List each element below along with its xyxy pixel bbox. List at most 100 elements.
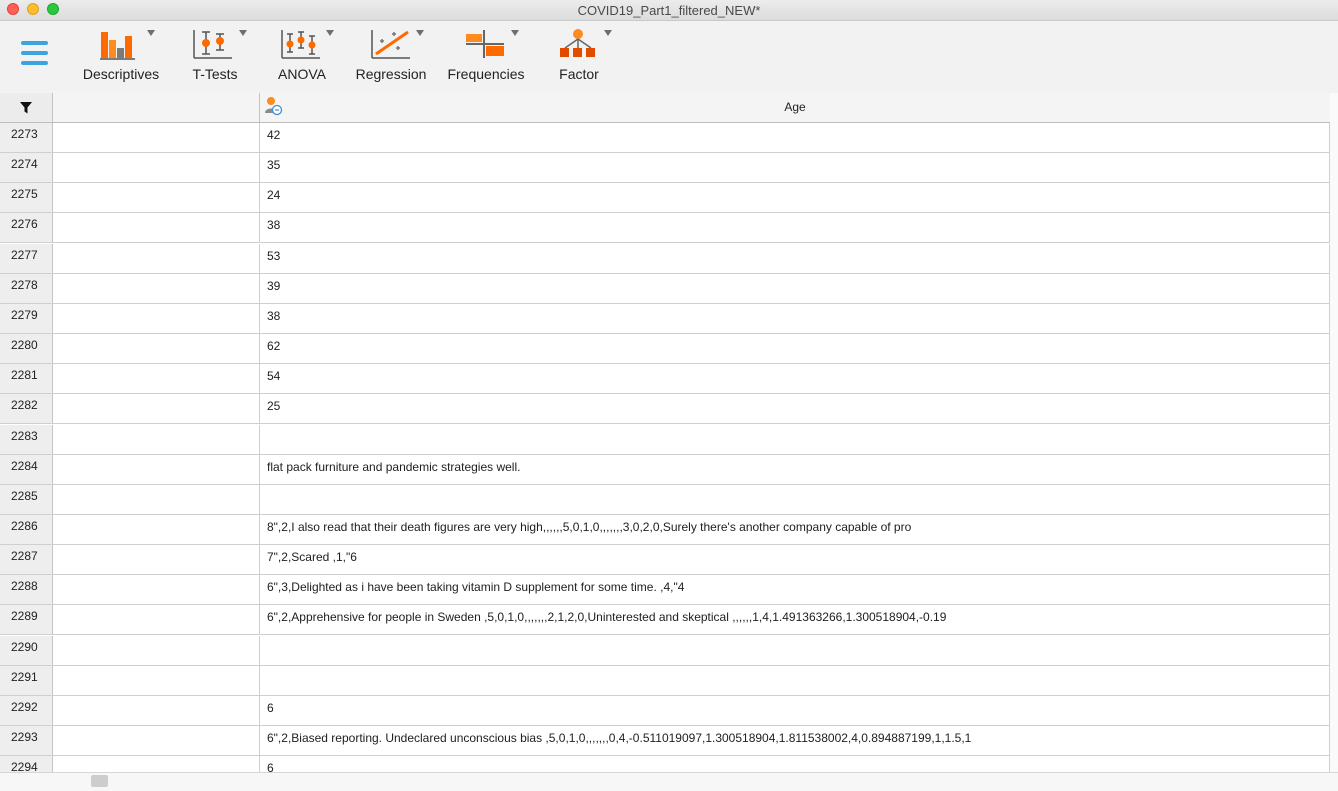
row-number[interactable]: 2282 (0, 394, 53, 424)
age-cell[interactable] (260, 424, 1330, 454)
regression-label: Regression (355, 66, 427, 82)
age-cell[interactable]: 8",2,I also read that their death figure… (260, 514, 1330, 544)
age-cell[interactable] (260, 665, 1330, 695)
row-number[interactable]: 2273 (0, 123, 53, 152)
row-number[interactable]: 2291 (0, 665, 53, 695)
row-number[interactable]: 2278 (0, 273, 53, 303)
filter-cell[interactable] (53, 183, 260, 213)
age-cell[interactable]: 6",2,Apprehensive for people in Sweden ,… (260, 605, 1330, 635)
regression-dropdown-icon (416, 30, 424, 36)
filter-cell[interactable] (53, 695, 260, 725)
filter-cell[interactable] (53, 545, 260, 575)
table-row: 2280 62 (0, 334, 1338, 365)
filter-cell[interactable] (53, 575, 260, 605)
descriptives-button[interactable]: Descriptives (78, 21, 164, 93)
age-cell[interactable]: 38 (260, 213, 1330, 243)
row-number[interactable]: 2290 (0, 635, 53, 665)
filter-cell[interactable] (53, 605, 260, 635)
table-row: 2290 (0, 635, 1338, 666)
age-cell[interactable]: 54 (260, 364, 1330, 394)
anova-label: ANOVA (278, 66, 326, 82)
filter-cell[interactable] (53, 334, 260, 364)
age-cell[interactable]: 24 (260, 183, 1330, 213)
table-row: 2275 24 (0, 183, 1338, 214)
row-number[interactable]: 2277 (0, 243, 53, 273)
filter-cell[interactable] (53, 514, 260, 544)
age-cell[interactable]: 6",2,Biased reporting. Undeclared uncons… (260, 726, 1330, 755)
column-name: Age (784, 100, 806, 114)
frequencies-button[interactable]: Frequencies (444, 21, 528, 93)
filter-cell[interactable] (53, 243, 260, 273)
row-number[interactable]: 2283 (0, 424, 53, 454)
regression-button[interactable]: Regression (352, 21, 430, 93)
frequencies-icon (466, 30, 504, 58)
age-cell[interactable]: 7",2,Scared ,1,"6 (260, 545, 1330, 575)
row-number[interactable]: 2275 (0, 183, 53, 213)
filter-cell[interactable] (53, 153, 260, 183)
factor-dropdown-icon (604, 30, 612, 36)
age-cell[interactable]: flat pack furniture and pandemic strateg… (260, 454, 1330, 484)
anova-dropdown-icon (326, 30, 334, 36)
row-number[interactable]: 2279 (0, 303, 53, 333)
table-row: 2287 7",2,Scared ,1,"6 (0, 545, 1338, 576)
row-number[interactable]: 2274 (0, 153, 53, 183)
age-cell[interactable]: 35 (260, 153, 1330, 183)
bar-chart-icon (100, 32, 135, 60)
filter-cell[interactable] (53, 303, 260, 333)
age-cell[interactable]: 6 (260, 695, 1330, 725)
age-cell[interactable]: 6",3,Delighted as i have been taking vit… (260, 575, 1330, 605)
table-row: 2289 6",2,Apprehensive for people in Swed… (0, 605, 1338, 636)
horizontal-scrollbar[interactable] (0, 772, 1338, 791)
filter-cell[interactable] (53, 726, 260, 755)
row-number[interactable]: 2287 (0, 545, 53, 575)
filter-header-cell[interactable] (0, 93, 53, 122)
age-cell[interactable]: 39 (260, 273, 1330, 303)
title-bar: COVID19_Part1_filtered_NEW* (0, 0, 1338, 21)
row-number[interactable]: 2288 (0, 575, 53, 605)
filter-cell[interactable] (53, 273, 260, 303)
filter-cell[interactable] (53, 635, 260, 665)
row-number[interactable]: 2286 (0, 514, 53, 544)
vertical-scrollbar[interactable] (1330, 93, 1338, 772)
table-row: 2277 53 (0, 243, 1338, 274)
filter-cell[interactable] (53, 484, 260, 514)
age-cell[interactable]: 25 (260, 394, 1330, 424)
row-number[interactable]: 2293 (0, 726, 53, 755)
row-number[interactable]: 2281 (0, 364, 53, 394)
row-number[interactable]: 2284 (0, 454, 53, 484)
row-number[interactable]: 2285 (0, 484, 53, 514)
filter-column-header[interactable] (53, 93, 260, 122)
table-row: 2291 (0, 665, 1338, 696)
row-number[interactable]: 2276 (0, 213, 53, 243)
filter-cell[interactable] (53, 665, 260, 695)
age-cell[interactable] (260, 484, 1330, 514)
filter-cell[interactable] (53, 454, 260, 484)
age-cell[interactable]: 38 (260, 303, 1330, 333)
anova-button[interactable]: ANOVA (274, 21, 334, 93)
filter-icon[interactable] (19, 101, 33, 115)
row-number[interactable]: 2289 (0, 605, 53, 635)
filter-cell[interactable] (53, 394, 260, 424)
table-row: 2292 6 (0, 695, 1338, 726)
frequencies-dropdown-icon (511, 30, 519, 36)
row-number[interactable]: 2280 (0, 334, 53, 364)
t-tests-button[interactable]: T-Tests (184, 21, 247, 93)
factor-button[interactable]: Factor (550, 21, 612, 93)
row-number[interactable]: 2292 (0, 695, 53, 725)
horizontal-scroll-thumb[interactable] (91, 775, 108, 787)
age-cell[interactable]: 53 (260, 243, 1330, 273)
filter-cell[interactable] (53, 123, 260, 152)
age-cell[interactable] (260, 635, 1330, 665)
menu-icon[interactable] (21, 41, 49, 71)
grid-header: Age (0, 93, 1338, 123)
filter-cell[interactable] (53, 424, 260, 454)
age-column-header[interactable]: Age (260, 93, 1331, 122)
filter-cell[interactable] (53, 213, 260, 243)
table-row: 2273 42 (0, 123, 1338, 153)
factor-label: Factor (559, 66, 599, 82)
analysis-ribbon: Descriptives T-Tests ANOVA Regression Fr… (0, 21, 1338, 94)
age-cell[interactable]: 62 (260, 334, 1330, 364)
age-cell[interactable]: 42 (260, 123, 1330, 152)
filter-cell[interactable] (53, 364, 260, 394)
table-row: 2283 (0, 424, 1338, 455)
